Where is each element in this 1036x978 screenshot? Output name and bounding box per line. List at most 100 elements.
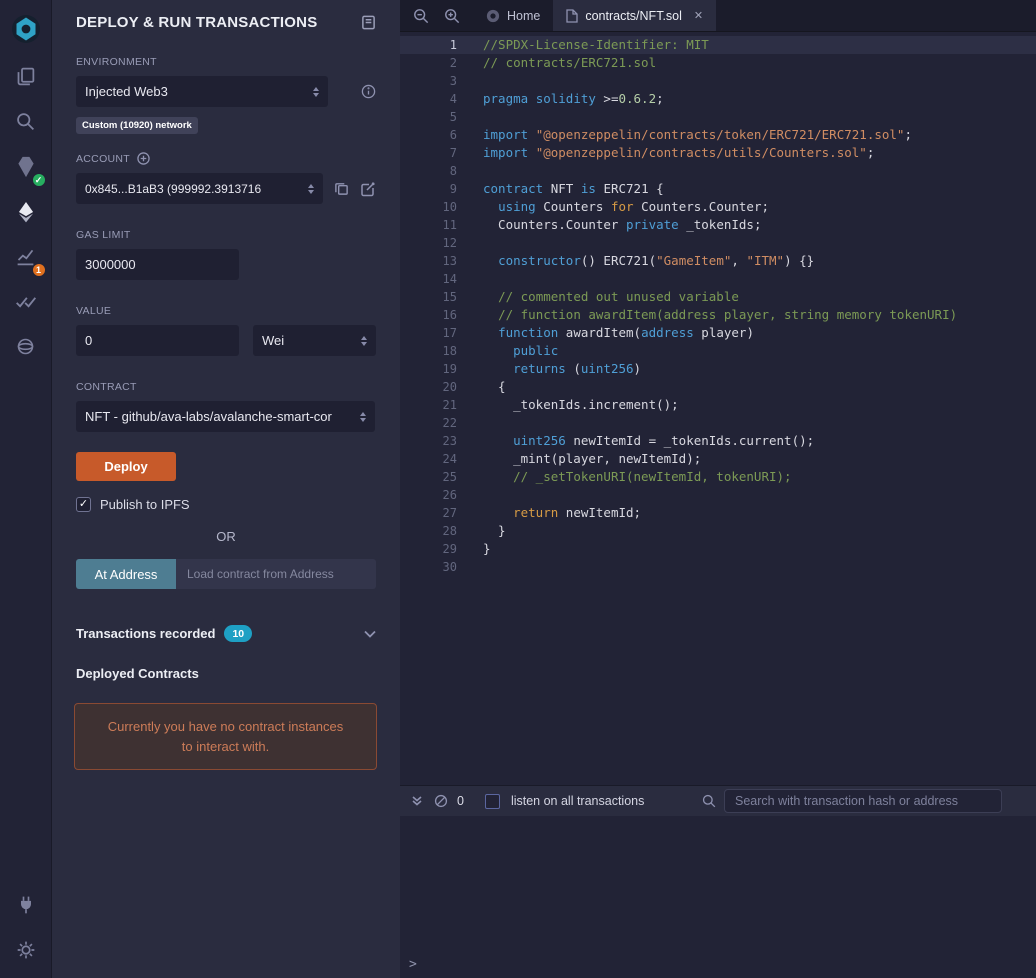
add-account-icon[interactable]: [137, 152, 150, 165]
code-line[interactable]: 7 import "@openzeppelin/contracts/utils/C…: [400, 144, 1036, 162]
debugger-icon[interactable]: [0, 324, 52, 369]
collapse-terminal-icon[interactable]: [411, 795, 423, 807]
line-number[interactable]: 7: [400, 144, 457, 162]
at-address-input[interactable]: [176, 559, 376, 589]
line-number[interactable]: 22: [400, 414, 457, 432]
close-tab-icon[interactable]: ✕: [694, 9, 703, 22]
transactions-recorded-toggle[interactable]: Transactions recorded 10: [76, 625, 376, 642]
line-number[interactable]: 10: [400, 198, 457, 216]
publish-ipfs-checkbox[interactable]: ✓: [76, 497, 91, 512]
deploy-button[interactable]: Deploy: [76, 452, 176, 481]
code-line[interactable]: 30: [400, 558, 1036, 576]
code-line[interactable]: 19 returns (uint256): [400, 360, 1036, 378]
code-line[interactable]: 22: [400, 414, 1036, 432]
line-number[interactable]: 5: [400, 108, 457, 126]
file-explorer-icon[interactable]: [0, 54, 52, 99]
code-line[interactable]: 5: [400, 108, 1036, 126]
code-line[interactable]: 12: [400, 234, 1036, 252]
line-number[interactable]: 14: [400, 270, 457, 288]
remix-logo-icon[interactable]: [0, 4, 52, 54]
at-address-button[interactable]: At Address: [76, 559, 176, 589]
code-line[interactable]: 17 function awardItem(address player): [400, 324, 1036, 342]
line-number[interactable]: 8: [400, 162, 457, 180]
contract-select[interactable]: NFT - github/ava-labs/avalanche-smart-co…: [76, 401, 375, 432]
code-line[interactable]: 15 // commented out unused variable: [400, 288, 1036, 306]
line-number[interactable]: 1: [400, 36, 457, 54]
code-line[interactable]: 1 //SPDX-License-Identifier: MIT: [400, 36, 1036, 54]
code-text: // contracts/ERC721.sol: [483, 55, 657, 70]
tab-nft-sol[interactable]: contracts/NFT.sol ✕: [553, 0, 717, 31]
code-line[interactable]: 29}: [400, 540, 1036, 558]
line-number[interactable]: 6: [400, 126, 457, 144]
line-number[interactable]: 30: [400, 558, 457, 576]
plugin-manager-icon[interactable]: [0, 882, 52, 927]
code-line[interactable]: 8: [400, 162, 1036, 180]
line-number[interactable]: 23: [400, 432, 457, 450]
line-number[interactable]: 13: [400, 252, 457, 270]
tab-home[interactable]: Home: [473, 0, 553, 31]
line-number[interactable]: 15: [400, 288, 457, 306]
zoom-in-icon[interactable]: [444, 8, 460, 24]
line-number[interactable]: 20: [400, 378, 457, 396]
line-number[interactable]: 29: [400, 540, 457, 558]
code-line[interactable]: 18 public: [400, 342, 1036, 360]
code-line[interactable]: 14: [400, 270, 1036, 288]
code-line[interactable]: 4 pragma solidity >=0.6.2;: [400, 90, 1036, 108]
chevron-down-icon[interactable]: [364, 630, 376, 638]
code-line[interactable]: 27 return newItemId;: [400, 504, 1036, 522]
plugin-docs-icon[interactable]: [361, 15, 376, 30]
terminal-search-input[interactable]: [724, 789, 1002, 813]
account-select[interactable]: 0x845...B1aB3 (999992.3913716: [76, 173, 323, 204]
code-line[interactable]: 6 import "@openzeppelin/contracts/token/E…: [400, 126, 1036, 144]
settings-gear-icon[interactable]: [0, 927, 52, 972]
unit-testing-icon[interactable]: [0, 279, 52, 324]
clear-terminal-icon[interactable]: [434, 794, 448, 808]
line-number[interactable]: 2: [400, 54, 457, 72]
search-icon[interactable]: [0, 99, 52, 144]
zoom-out-icon[interactable]: [413, 8, 429, 24]
line-number[interactable]: 3: [400, 72, 457, 90]
line-number[interactable]: 24: [400, 450, 457, 468]
code-line[interactable]: 28 }: [400, 522, 1036, 540]
code-editor[interactable]: 1 //SPDX-License-Identifier: MIT 2 // contr…: [400, 32, 1036, 785]
listen-transactions-checkbox[interactable]: [484, 793, 500, 809]
line-number[interactable]: 26: [400, 486, 457, 504]
code-line[interactable]: 24 _mint(player, newItemId);: [400, 450, 1036, 468]
code-line[interactable]: 2 // contracts/ERC721.sol: [400, 54, 1036, 72]
deploy-and-run-icon[interactable]: [0, 189, 52, 234]
code-line[interactable]: 23 uint256 newItemId = _tokenIds.current…: [400, 432, 1036, 450]
code-line[interactable]: 11 Counters.Counter private _tokenIds;: [400, 216, 1036, 234]
line-number[interactable]: 12: [400, 234, 457, 252]
solidity-compiler-icon[interactable]: ✓: [0, 144, 52, 189]
line-number[interactable]: 27: [400, 504, 457, 522]
line-number[interactable]: 4: [400, 90, 457, 108]
code-line[interactable]: 16 // function awardItem(address player,…: [400, 306, 1036, 324]
line-number[interactable]: 25: [400, 468, 457, 486]
code-line[interactable]: 21 _tokenIds.increment();: [400, 396, 1036, 414]
code-line[interactable]: 9 contract NFT is ERC721 {: [400, 180, 1036, 198]
line-number[interactable]: 9: [400, 180, 457, 198]
code-line[interactable]: 20 {: [400, 378, 1036, 396]
line-number[interactable]: 16: [400, 306, 457, 324]
line-number[interactable]: 18: [400, 342, 457, 360]
analytics-icon[interactable]: 1: [0, 234, 52, 279]
line-number[interactable]: 19: [400, 360, 457, 378]
code-line[interactable]: 10 using Counters for Counters.Counter;: [400, 198, 1036, 216]
line-number[interactable]: 21: [400, 396, 457, 414]
copy-account-icon[interactable]: [334, 181, 349, 196]
code-line[interactable]: 26: [400, 486, 1036, 504]
line-number[interactable]: 11: [400, 216, 457, 234]
environment-info-icon[interactable]: [361, 84, 376, 99]
code-line[interactable]: 25 // _setTokenURI(newItemId, tokenURI);: [400, 468, 1036, 486]
terminal-output[interactable]: >: [400, 816, 1036, 978]
gas-limit-input[interactable]: [76, 249, 239, 280]
value-input[interactable]: [76, 325, 239, 356]
line-number[interactable]: 28: [400, 522, 457, 540]
line-number[interactable]: 17: [400, 324, 457, 342]
code-line[interactable]: 3: [400, 72, 1036, 90]
code-line[interactable]: 13 constructor() ERC721("GameItem", "ITM…: [400, 252, 1036, 270]
environment-select[interactable]: Injected Web3: [76, 76, 328, 107]
value-unit-select[interactable]: Wei: [253, 325, 376, 356]
sign-message-icon[interactable]: [360, 181, 376, 197]
